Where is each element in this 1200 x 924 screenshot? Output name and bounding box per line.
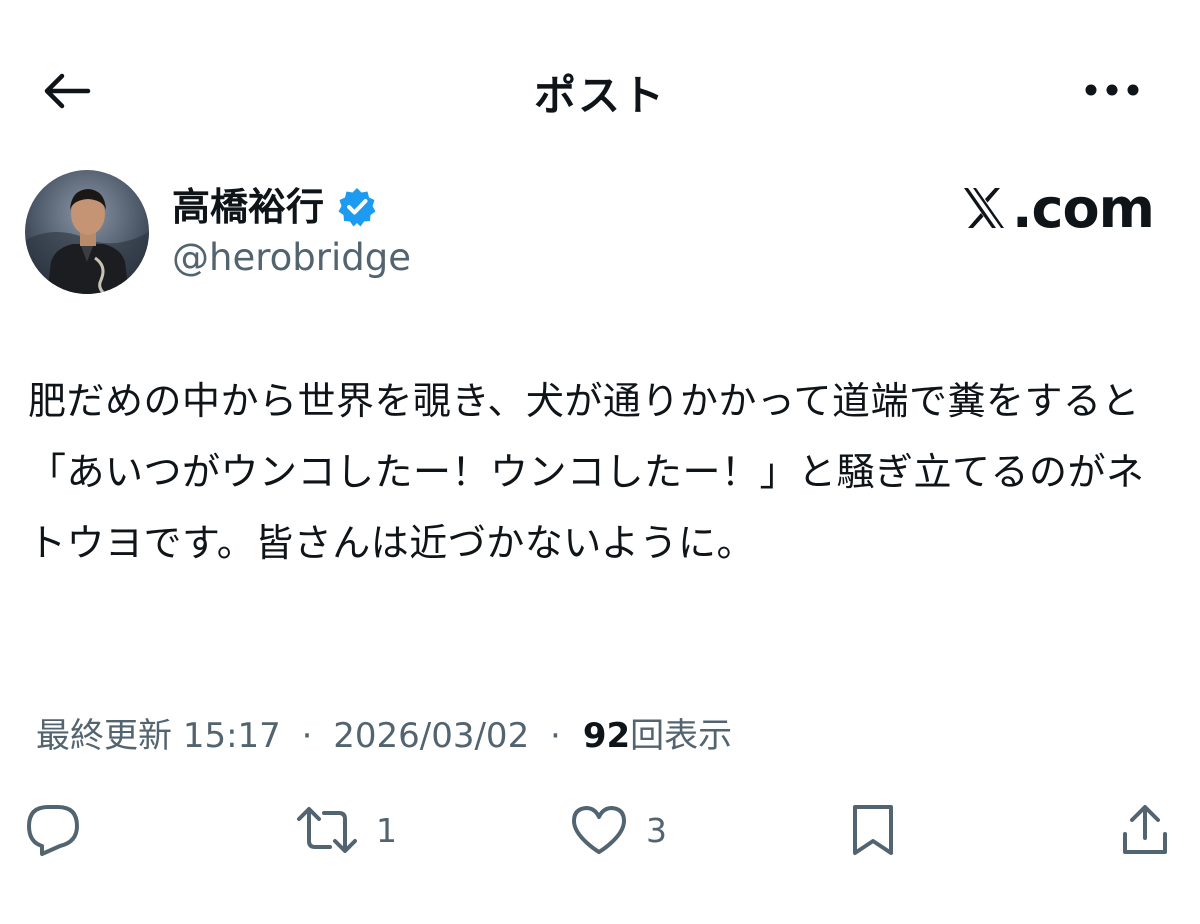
repost-count: 1: [376, 810, 397, 850]
updated-label: 最終更新: [36, 716, 172, 756]
bookmark-button[interactable]: [850, 790, 896, 870]
avatar[interactable]: [25, 170, 149, 294]
verified-badge-icon: [338, 188, 376, 227]
view-label: 回表示: [630, 716, 733, 756]
view-count: 92: [582, 716, 631, 756]
reply-button[interactable]: [24, 790, 100, 870]
repost-icon: [297, 807, 357, 853]
bookmark-icon: [853, 805, 893, 855]
meta-separator: ·: [301, 716, 313, 756]
brand-domain: .com: [1012, 176, 1155, 240]
like-count: 3: [646, 810, 667, 850]
x-logo-icon: [964, 188, 1004, 228]
tweet-date[interactable]: 2026/03/02: [333, 716, 529, 756]
author-handle[interactable]: @herobridge: [172, 234, 411, 282]
author-display-name[interactable]: 高橋裕行: [172, 182, 324, 232]
top-bar: ポスト: [0, 0, 1200, 180]
share-icon: [1123, 805, 1167, 854]
x-com-logo: .com: [960, 176, 1155, 240]
tweet-text: 肥だめの中から世界を覗き、犬が通りかかって道端で糞をすると「あいつがウンコしたー…: [28, 379, 1145, 565]
more-options-button[interactable]: [1074, 62, 1150, 118]
reply-icon: [27, 805, 79, 856]
page-title: ポスト: [533, 71, 666, 120]
more-horizontal-icon: [1085, 84, 1139, 96]
tweet-time[interactable]: 15:17: [183, 716, 281, 756]
tweet-metadata: 最終更新 15:17 · 2026/03/02 · 92回表示: [36, 708, 732, 764]
share-button[interactable]: [1120, 790, 1170, 870]
avatar-photo: [25, 170, 149, 294]
action-bar: 1 3: [0, 790, 1200, 870]
like-button[interactable]: 3: [570, 790, 667, 870]
heart-icon: [572, 806, 626, 854]
verified-badge: [336, 186, 378, 228]
repost-button[interactable]: 1: [296, 790, 397, 870]
meta-separator-2: ·: [550, 716, 561, 756]
